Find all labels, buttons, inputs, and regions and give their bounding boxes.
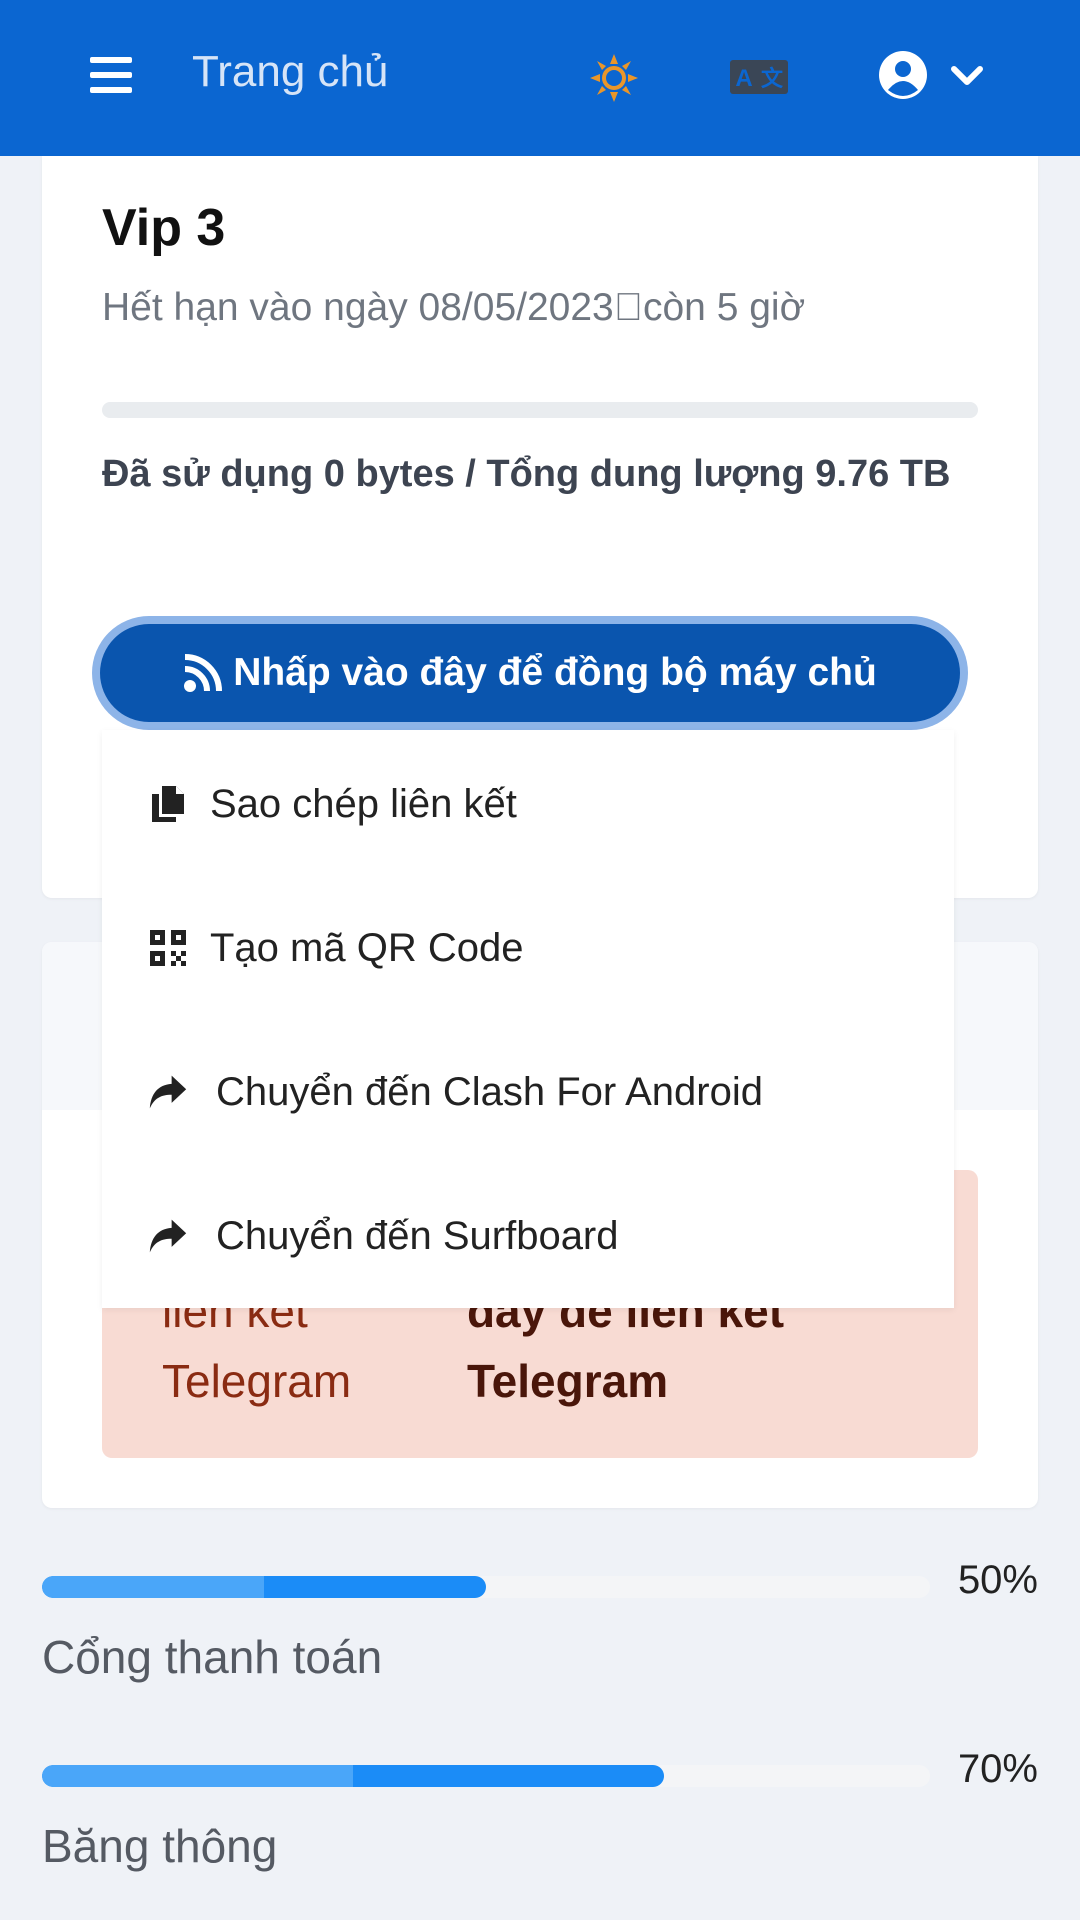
chevron-down-icon bbox=[951, 66, 983, 85]
user-menu[interactable] bbox=[878, 50, 988, 104]
stat-label: Cổng thanh toán bbox=[42, 1631, 383, 1683]
menu-item-surfboard[interactable]: Chuyển đến Surfboard bbox=[102, 1186, 954, 1286]
share-arrow-icon bbox=[149, 1075, 187, 1109]
svg-text:A: A bbox=[735, 65, 752, 92]
hamburger-menu-icon[interactable] bbox=[90, 55, 132, 95]
usage-text: Đã sử dụng 0 bytes / Tổng dung lượng 9.7… bbox=[102, 453, 951, 495]
menu-item-label: Chuyển đến Clash For Android bbox=[216, 1070, 763, 1114]
menu-item-label: Chuyển đến Surfboard bbox=[216, 1214, 619, 1258]
stat-progress-bar bbox=[42, 1576, 930, 1598]
top-app-bar: Trang chủ A 文 bbox=[0, 0, 1080, 156]
sync-button-label: Nhấp vào đây để đồng bộ máy chủ bbox=[233, 651, 877, 694]
qrcode-icon bbox=[150, 930, 186, 966]
alert-link-text[interactable]: Telegram bbox=[467, 1346, 668, 1416]
share-arrow-icon bbox=[149, 1219, 187, 1253]
page-title: Trang chủ bbox=[192, 47, 389, 96]
plan-name: Vip 3 bbox=[102, 199, 226, 257]
sun-icon[interactable] bbox=[588, 52, 640, 104]
copy-icon bbox=[152, 786, 184, 822]
user-circle-icon bbox=[879, 51, 927, 99]
stat-progress-highlight bbox=[42, 1765, 353, 1787]
menu-item-clash-for-android[interactable]: Chuyển đến Clash For Android bbox=[102, 1042, 954, 1142]
menu-item-label: Sao chép liên kết bbox=[210, 782, 517, 826]
stat-progress-bar bbox=[42, 1765, 930, 1787]
menu-item-copy-link[interactable]: Sao chép liên kết bbox=[102, 754, 954, 854]
expiry-text: Hết hạn vào ngày 08/05/2023􏿾còn 5 giờ bbox=[102, 286, 806, 329]
stat-label: Băng thông bbox=[42, 1820, 278, 1872]
alert-text: Telegram bbox=[162, 1355, 352, 1407]
menu-item-qr-code[interactable]: Tạo mã QR Code bbox=[102, 898, 954, 998]
stat-progress-highlight bbox=[42, 1576, 264, 1598]
translate-icon[interactable]: A 文 bbox=[728, 54, 790, 100]
usage-progress-bar bbox=[102, 402, 978, 418]
stat-percent: 70% bbox=[957, 1747, 1038, 1791]
menu-item-label: Tạo mã QR Code bbox=[210, 926, 524, 970]
stat-percent: 50% bbox=[957, 1558, 1038, 1602]
rss-icon bbox=[184, 654, 223, 692]
svg-text:文: 文 bbox=[761, 66, 784, 92]
sync-servers-button[interactable]: Nhấp vào đây để đồng bộ máy chủ bbox=[100, 624, 960, 722]
sync-dropdown-menu: Sao chép liên kết Tạo mã QR Code Chuyển … bbox=[102, 730, 954, 1308]
